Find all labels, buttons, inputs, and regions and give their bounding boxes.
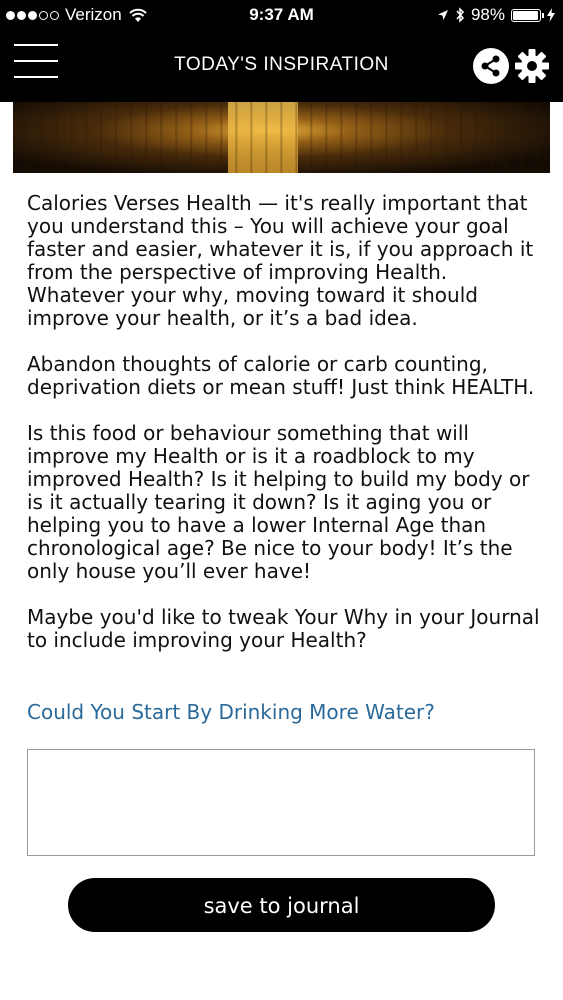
save-to-journal-button[interactable]: save to journal bbox=[68, 878, 495, 932]
paragraph: Maybe you'd like to tweak Your Why in yo… bbox=[27, 605, 540, 652]
bluetooth-icon bbox=[456, 7, 464, 23]
hero-image bbox=[13, 102, 550, 173]
inspiration-text: Calories Verses Health — it's really imp… bbox=[27, 192, 542, 675]
battery-icon bbox=[511, 8, 544, 22]
gear-icon bbox=[515, 49, 549, 83]
settings-button[interactable] bbox=[513, 47, 551, 85]
share-icon bbox=[473, 48, 509, 84]
paragraph: Calories Verses Health — it's really imp… bbox=[27, 191, 534, 330]
status-bar: Verizon 9:37 AM 98% bbox=[0, 0, 563, 30]
paragraph: Abandon thoughts of calorie or carb coun… bbox=[27, 352, 535, 399]
location-arrow-icon bbox=[437, 10, 448, 20]
share-button[interactable] bbox=[473, 48, 509, 84]
question-link[interactable]: Could You Start By Drinking More Water? bbox=[27, 700, 435, 724]
nav-bar: TODAY'S INSPIRATION bbox=[0, 30, 563, 102]
charging-bolt-icon bbox=[547, 8, 555, 22]
paragraph: Is this food or behaviour something that… bbox=[27, 421, 530, 583]
battery-percent: 98% bbox=[470, 5, 505, 24]
status-right-group: 98% bbox=[437, 5, 555, 25]
journal-input[interactable] bbox=[27, 749, 535, 856]
